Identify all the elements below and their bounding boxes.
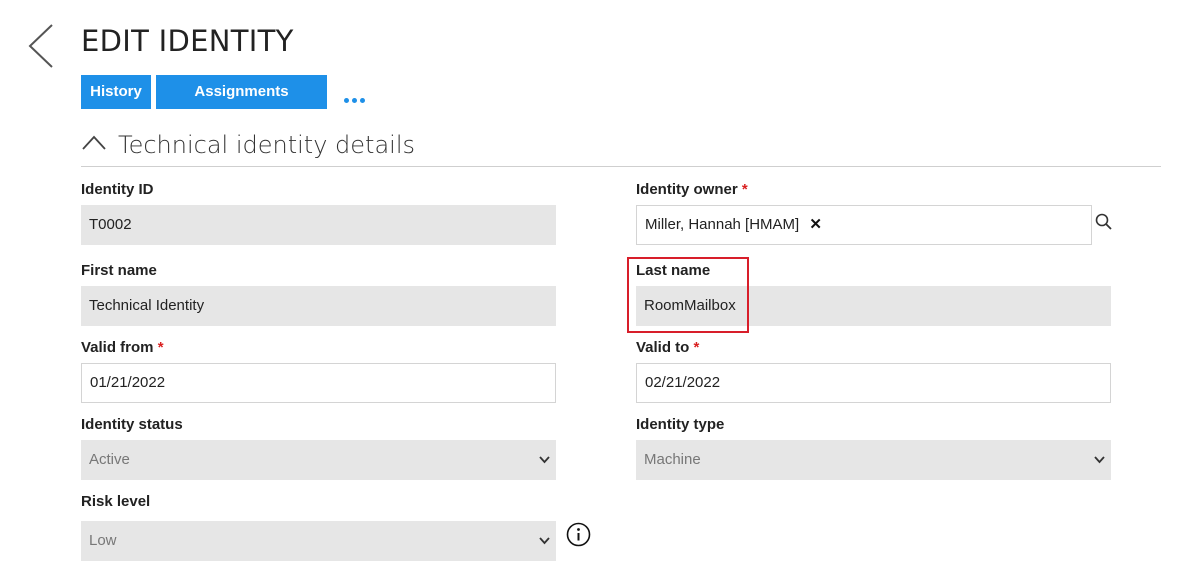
identity-id-field: T0002: [81, 205, 556, 245]
risk-level-value: Low: [89, 532, 117, 549]
more-actions-button[interactable]: [344, 96, 368, 106]
valid-from-label: Valid from *: [81, 339, 164, 356]
first-name-label: First name: [81, 262, 157, 279]
info-icon[interactable]: [566, 522, 591, 547]
section-divider: [81, 166, 1161, 167]
risk-level-select[interactable]: Low: [81, 521, 556, 561]
required-marker: *: [157, 339, 164, 356]
required-marker: *: [741, 181, 748, 198]
ellipsis-icon: [344, 98, 349, 103]
ellipsis-icon: [360, 98, 365, 103]
close-icon[interactable]: ✕: [809, 216, 822, 233]
chevron-down-icon: [539, 537, 550, 545]
back-button[interactable]: [22, 22, 58, 72]
section-collapse-toggle[interactable]: [81, 134, 109, 152]
identity-owner-label-text: Identity owner: [636, 181, 738, 198]
risk-level-label: Risk level: [81, 493, 151, 510]
ellipsis-icon: [352, 98, 357, 103]
valid-to-label: Valid to *: [636, 339, 699, 356]
chevron-down-icon: [1094, 456, 1105, 464]
last-name-label: Last name: [636, 262, 711, 279]
section-title: Technical identity details: [118, 131, 415, 159]
chevron-left-icon: [28, 24, 53, 68]
page-title: EDIT IDENTITY: [81, 24, 294, 58]
identity-id-label: Identity ID: [81, 181, 154, 198]
last-name-field: RoomMailbox: [636, 286, 1111, 326]
identity-type-value: Machine: [644, 451, 701, 468]
chevron-down-icon: [539, 456, 550, 464]
assignments-explorer-button[interactable]: Assignments explorer: [156, 75, 327, 134]
valid-to-label-text: Valid to: [636, 339, 690, 356]
identity-owner-value: Miller, Hannah [HMAM]: [645, 216, 800, 233]
identity-status-select[interactable]: Active: [81, 440, 556, 480]
required-marker: *: [693, 339, 700, 356]
identity-owner-field[interactable]: Miller, Hannah [HMAM] ✕: [636, 205, 1092, 245]
identity-owner-label: Identity owner *: [636, 181, 748, 198]
identity-status-value: Active: [89, 451, 130, 468]
history-button[interactable]: History: [81, 75, 151, 109]
first-name-field: Technical Identity: [81, 286, 556, 326]
search-icon[interactable]: [1094, 212, 1114, 232]
chevron-up-icon: [82, 135, 106, 150]
valid-to-field[interactable]: 02/21/2022: [636, 363, 1111, 403]
identity-type-select[interactable]: Machine: [636, 440, 1111, 480]
valid-from-field[interactable]: 01/21/2022: [81, 363, 556, 403]
identity-status-label: Identity status: [81, 416, 183, 433]
valid-from-label-text: Valid from: [81, 339, 154, 356]
identity-type-label: Identity type: [636, 416, 725, 433]
